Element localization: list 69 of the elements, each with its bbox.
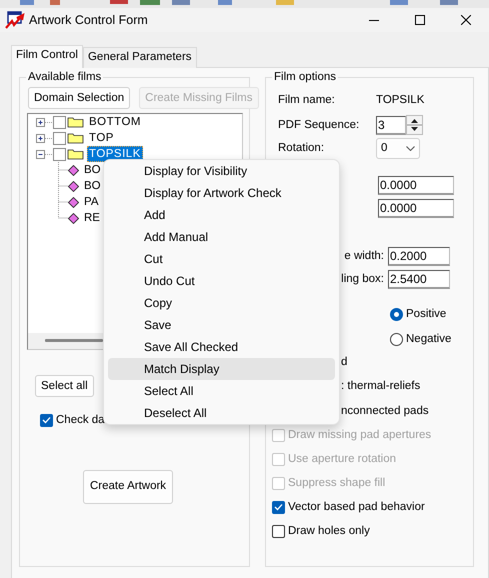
tree-item[interactable]: PA <box>82 194 100 210</box>
checkbox[interactable] <box>272 500 285 514</box>
diamond-icon <box>68 180 79 192</box>
tree-item[interactable]: BO <box>82 178 103 194</box>
tree-item[interactable]: TOP <box>87 130 116 146</box>
menu-item[interactable]: Undo Cut <box>108 270 335 292</box>
checkbox-label: Draw missing pad apertures <box>288 428 432 442</box>
field-label: Film name: <box>278 94 335 106</box>
tree-item[interactable]: BO <box>82 162 103 178</box>
input-field[interactable]: 2.5400 <box>388 270 450 288</box>
spin-button[interactable] <box>406 115 423 135</box>
menu-item[interactable]: Select All <box>108 380 335 402</box>
checkbox-label: : thermal-reliefs <box>341 378 420 394</box>
scroll-thumb[interactable] <box>45 339 103 342</box>
menu-item[interactable]: Deselect All <box>108 402 335 424</box>
window-title: Artwork Control Form <box>29 12 148 28</box>
checkbox-label: Use aperture rotation <box>288 452 396 466</box>
maximize-icon <box>415 15 425 25</box>
menu-item[interactable]: Cut <box>108 248 335 270</box>
diamond-icon <box>68 212 79 224</box>
tab[interactable]: Film Control <box>11 45 83 68</box>
tree-item[interactable]: RE <box>82 210 102 226</box>
group-title: Film options <box>272 70 338 84</box>
checkbox[interactable] <box>53 116 66 128</box>
field-value: TOPSILK <box>376 92 424 108</box>
field-label: e width: <box>344 250 384 262</box>
checkbox[interactable] <box>53 148 66 160</box>
field-label: Rotation: <box>278 142 324 154</box>
checkbox-label: d <box>341 354 348 370</box>
menu-item[interactable]: Display for Visibility <box>108 160 335 182</box>
toolbar-button[interactable]: Domain Selection <box>28 87 130 109</box>
dropdown[interactable]: 0 <box>376 138 420 158</box>
checkbox[interactable] <box>272 524 285 538</box>
create-artwork-button[interactable]: Create Artwork <box>83 470 174 504</box>
radio-button[interactable] <box>390 332 403 346</box>
checkbox-label: Suppress shape fill <box>288 476 386 490</box>
input-field[interactable]: 0.2000 <box>388 246 450 266</box>
checkbox-label: Check da <box>56 413 105 428</box>
menu-item[interactable]: Copy <box>108 292 335 314</box>
menu-item[interactable]: Match Display <box>108 358 335 380</box>
radio-label: Positive <box>406 306 446 322</box>
checkbox[interactable] <box>53 132 66 144</box>
folder-icon <box>67 148 85 160</box>
diamond-icon <box>68 164 79 176</box>
menu-item[interactable]: Save All Checked <box>108 336 335 358</box>
menu-item[interactable]: Add <box>108 204 335 226</box>
field-label: PDF Sequence: <box>278 118 360 131</box>
checkbox[interactable] <box>40 414 53 427</box>
select-all-button[interactable]: Select all <box>35 375 94 397</box>
checkbox-label: nconnected pads <box>341 404 429 418</box>
app-icon <box>5 11 25 29</box>
close-icon <box>461 15 471 25</box>
number-field[interactable]: 3 <box>376 116 406 134</box>
diamond-icon <box>68 196 79 208</box>
chevron-down-icon <box>406 146 415 150</box>
checkbox-label: Vector based pad behavior <box>288 500 425 514</box>
tab[interactable]: General Parameters <box>82 47 197 68</box>
checkbox-label: Draw holes only <box>288 524 370 538</box>
tree-item[interactable]: BOTTOM <box>87 114 143 130</box>
field-label: ling box: <box>341 272 384 285</box>
input-field[interactable]: 0.0000 <box>378 176 454 194</box>
radio-button[interactable] <box>390 308 403 320</box>
input-field[interactable]: 0.0000 <box>378 198 454 218</box>
menu-item[interactable]: Display for Artwork Check <box>108 182 335 204</box>
menu-item[interactable]: Add Manual <box>108 226 335 248</box>
menu-item[interactable]: Save <box>108 314 335 336</box>
folder-icon <box>67 116 85 128</box>
folder-icon <box>67 132 85 144</box>
radio-label: Negative <box>406 332 452 346</box>
